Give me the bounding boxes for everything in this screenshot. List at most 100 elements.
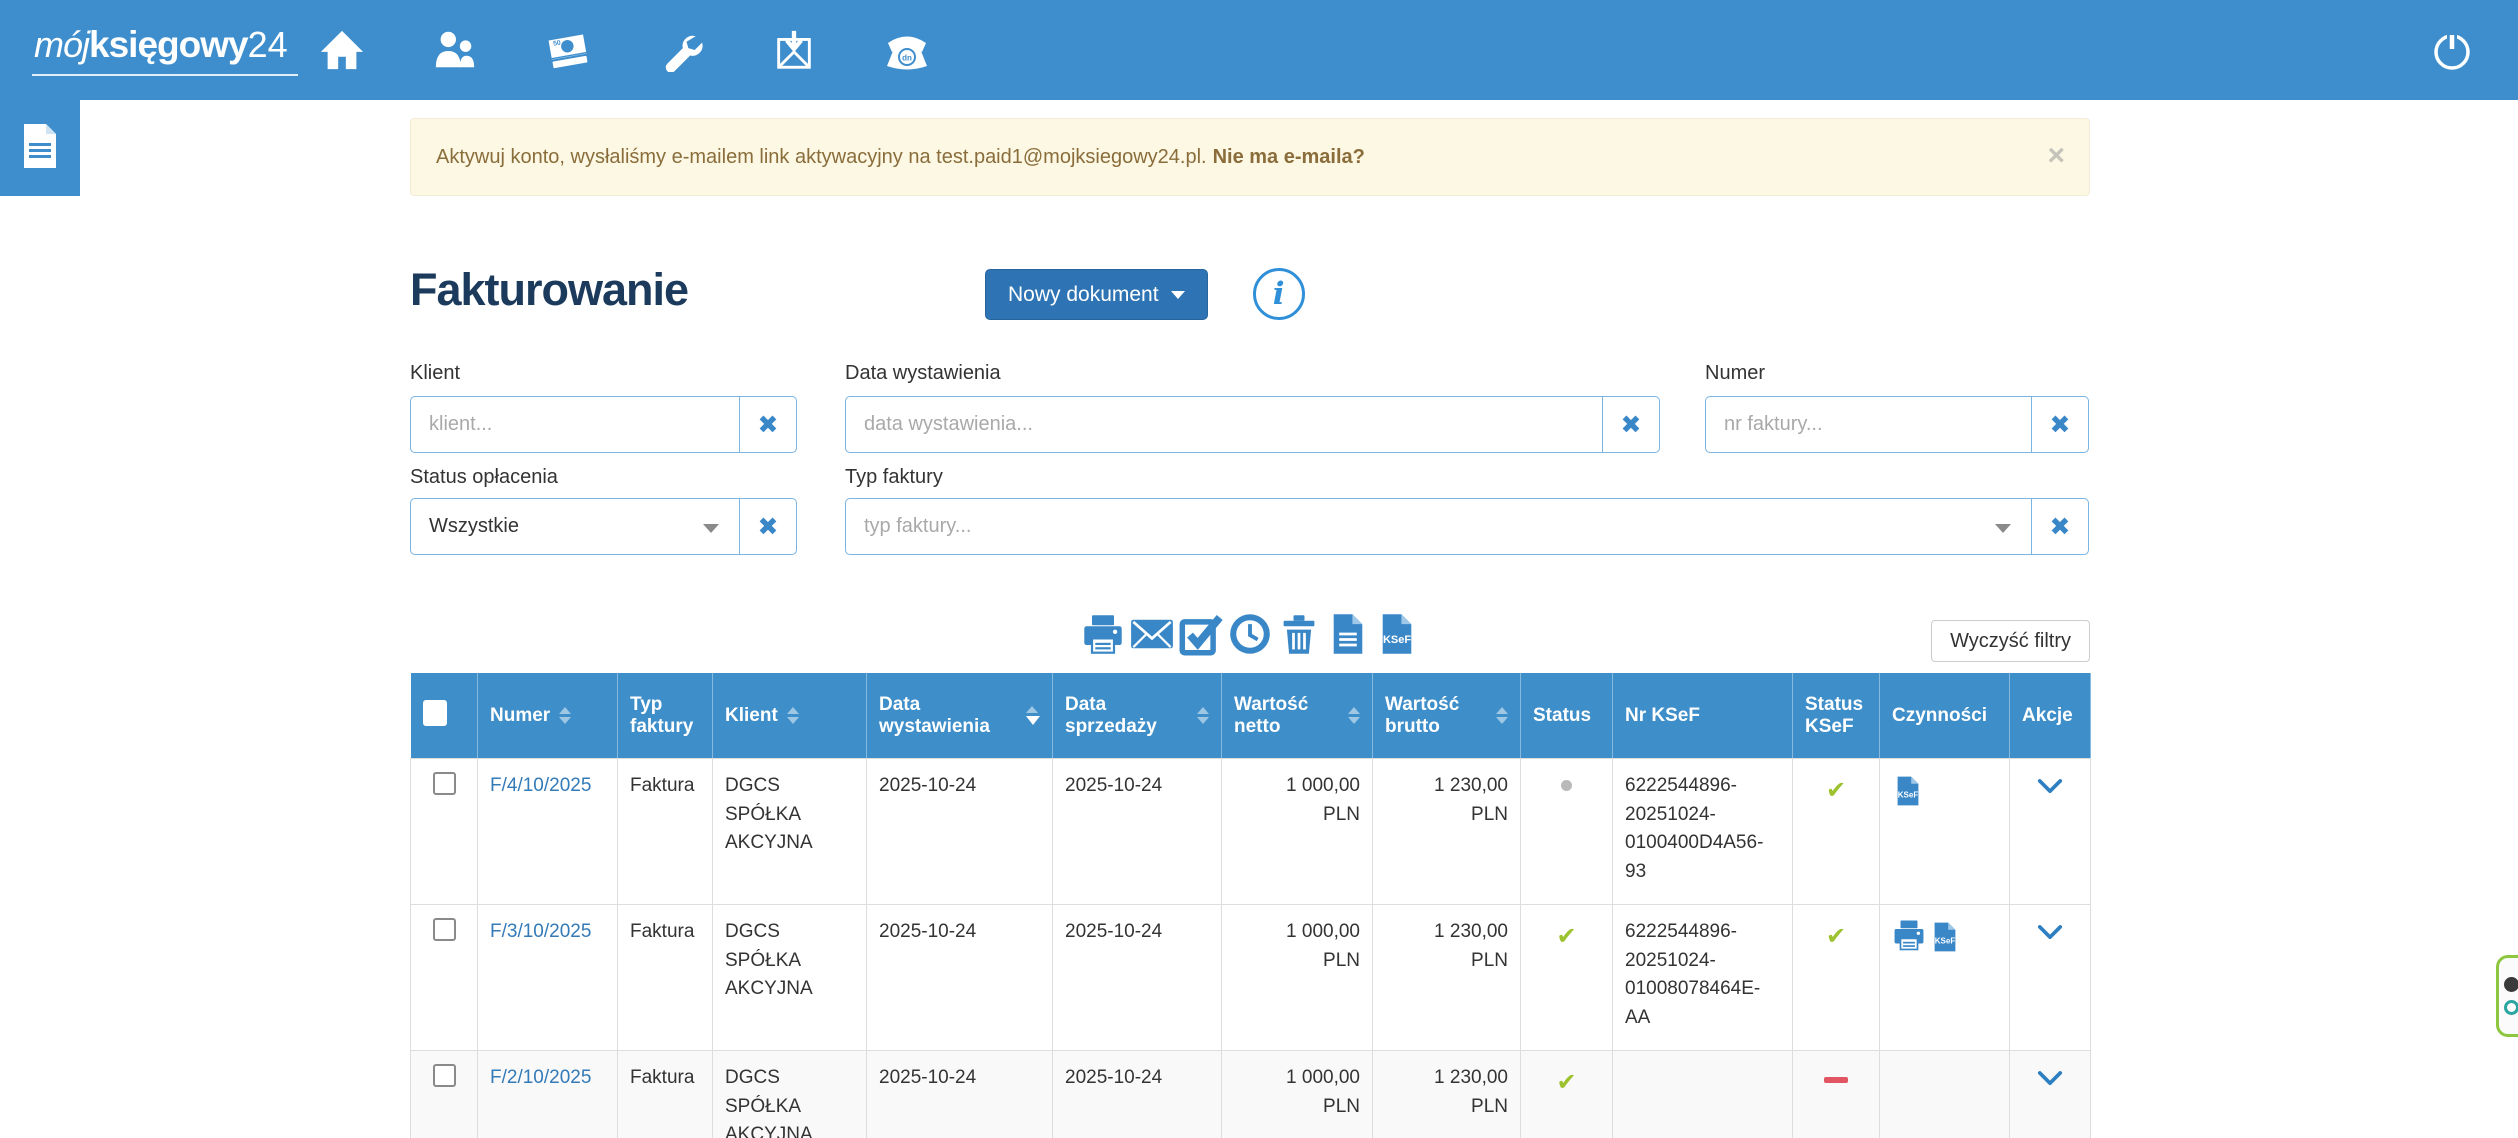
- ksef-number: 6222544896-20251024-01008078464E-AA: [1613, 905, 1793, 1051]
- sale-date: 2025-10-24: [1053, 759, 1222, 905]
- chevron-down-icon: [1995, 524, 2011, 533]
- typ-faktury-filter-group: typ faktury... ✖: [845, 498, 2089, 555]
- home-icon[interactable]: [318, 26, 366, 74]
- email-icon[interactable]: [1130, 612, 1174, 656]
- issue-date: 2025-10-24: [867, 1051, 1053, 1138]
- caret-down-icon: [1171, 291, 1185, 299]
- clear-icon: ✖: [1621, 410, 1642, 439]
- row-actions-chevron-icon[interactable]: [2037, 1068, 2063, 1097]
- invoice-client: DGCS SPÓŁKA AKCYJNA: [713, 1051, 867, 1138]
- row-checkbox[interactable]: [433, 918, 456, 941]
- klient-filter-group: ✖: [410, 396, 797, 453]
- print-icon[interactable]: [1892, 918, 1924, 956]
- clear-icon: ✖: [758, 410, 779, 439]
- status-oplacenia-select[interactable]: Wszystkie: [410, 498, 740, 555]
- history-clock-icon[interactable]: [1228, 612, 1272, 656]
- row-checkbox[interactable]: [433, 772, 456, 795]
- select-all-checkbox[interactable]: [423, 700, 447, 726]
- print-icon[interactable]: [1081, 612, 1125, 656]
- app-logo[interactable]: mójksięgowy24: [32, 24, 298, 76]
- column-header-wartosc-netto[interactable]: Wartość netto: [1222, 673, 1373, 759]
- numer-clear-button[interactable]: ✖: [2031, 396, 2089, 453]
- invoice-number-link[interactable]: F/4/10/2025: [490, 775, 591, 796]
- invoice-number-link[interactable]: F/2/10/2025: [490, 1067, 591, 1088]
- net-amount: 1 000,00PLN: [1222, 759, 1373, 905]
- logo-part-24: 24: [248, 24, 288, 65]
- column-header-klient[interactable]: Klient: [713, 673, 867, 759]
- status-oplacenia-clear-button[interactable]: ✖: [739, 498, 797, 555]
- sidebar-item-documents[interactable]: [0, 100, 80, 196]
- widget-teal-icon: [2504, 1000, 2518, 1015]
- invoice-number-link[interactable]: F/3/10/2025: [490, 921, 591, 942]
- numer-filter-label: Numer: [1705, 362, 1765, 385]
- sort-icon: [1496, 707, 1508, 724]
- no-email-link[interactable]: Nie ma e-maila?: [1213, 146, 1365, 169]
- mark-paid-check-icon[interactable]: [1179, 612, 1223, 656]
- status-paid-check-icon: ✔: [1556, 1068, 1576, 1096]
- column-header-data-sprzedazy[interactable]: Data sprzedaży: [1053, 673, 1222, 759]
- numer-filter-group: ✖: [1705, 396, 2089, 453]
- status-oplacenia-value: Wszystkie: [429, 515, 519, 538]
- status-paid-check-icon: ✔: [1556, 922, 1576, 950]
- table-header-row: Numer Typ faktury Klient Data wystawieni…: [411, 673, 2091, 759]
- alert-text: Aktywuj konto, wysłaliśmy e-mailem link …: [436, 146, 1207, 169]
- row-actions-chevron-icon[interactable]: [2037, 776, 2063, 805]
- info-icon[interactable]: i: [1253, 268, 1305, 320]
- gross-amount: 1 230,00PLN: [1373, 759, 1521, 905]
- delete-trash-icon[interactable]: [1277, 612, 1321, 656]
- table-row: F/4/10/2025 Faktura DGCS SPÓŁKA AKCYJNA …: [411, 759, 2091, 905]
- close-icon[interactable]: ×: [2047, 141, 2065, 171]
- column-header-akcje: Akcje: [2010, 673, 2091, 759]
- document-icon: [20, 122, 60, 175]
- invoice-type: Faktura: [618, 759, 713, 905]
- status-pending-dot-icon: [1561, 780, 1572, 791]
- widget-dark-icon: [2504, 977, 2518, 992]
- klient-filter-label: Klient: [410, 362, 460, 385]
- invoice-client: DGCS SPÓŁKA AKCYJNA: [713, 759, 867, 905]
- ksef-not-sent-dash-icon: [1824, 1077, 1848, 1083]
- sale-date: 2025-10-24: [1053, 905, 1222, 1051]
- logout-power-icon[interactable]: [2428, 26, 2476, 74]
- sale-date: 2025-10-24: [1053, 1051, 1222, 1138]
- page-title: Fakturowanie: [410, 264, 985, 316]
- status-oplacenia-filter-group: Wszystkie ✖: [410, 498, 797, 555]
- svg-text:KSeF: KSeF: [1935, 936, 1956, 945]
- column-header-data-wystawienia[interactable]: Data wystawienia: [867, 673, 1053, 759]
- feedback-widget[interactable]: [2496, 955, 2518, 1037]
- data-wystawienia-input[interactable]: [845, 396, 1603, 453]
- data-wystawienia-clear-button[interactable]: ✖: [1602, 396, 1660, 453]
- row-checkbox[interactable]: [433, 1064, 456, 1087]
- issue-date: 2025-10-24: [867, 905, 1053, 1051]
- new-document-label: Nowy dokument: [1008, 283, 1159, 307]
- klient-input[interactable]: [410, 396, 740, 453]
- column-header-status: Status: [1521, 673, 1613, 759]
- column-header-wartosc-brutto[interactable]: Wartość brutto: [1373, 673, 1521, 759]
- svg-text:KSeF: KSeF: [1383, 634, 1411, 646]
- column-header-numer[interactable]: Numer: [478, 673, 618, 759]
- document-icon[interactable]: [1326, 612, 1370, 656]
- logo-part-ksiegowy: księgowy: [89, 24, 248, 65]
- typ-faktury-placeholder: typ faktury...: [864, 515, 971, 538]
- row-actions-chevron-icon[interactable]: [2037, 922, 2063, 951]
- issue-date: 2025-10-24: [867, 759, 1053, 905]
- net-amount: 1 000,00PLN: [1222, 1051, 1373, 1138]
- clear-icon: ✖: [2050, 512, 2071, 541]
- invoices-table: Numer Typ faktury Klient Data wystawieni…: [410, 672, 2091, 1138]
- ksef-icon[interactable]: KSeF: [1375, 612, 1419, 656]
- new-document-button[interactable]: Nowy dokument: [985, 269, 1208, 320]
- ksef-document-icon[interactable]: KSeF: [1892, 772, 1924, 810]
- net-amount: 1 000,00PLN: [1222, 905, 1373, 1051]
- column-header-typ-faktury: Typ faktury: [618, 673, 713, 759]
- gross-amount: 1 230,00PLN: [1373, 1051, 1521, 1138]
- clear-filters-button[interactable]: Wyczyść filtry: [1931, 620, 2090, 662]
- typ-faktury-clear-button[interactable]: ✖: [2031, 498, 2089, 555]
- klient-clear-button[interactable]: ✖: [739, 396, 797, 453]
- logo-part-moj: mój: [34, 24, 89, 65]
- typ-faktury-select[interactable]: typ faktury...: [845, 498, 2032, 555]
- sort-icon: [1197, 707, 1209, 724]
- numer-input[interactable]: [1705, 396, 2032, 453]
- sort-icon: [1348, 707, 1360, 724]
- data-wystawienia-filter-label: Data wystawienia: [845, 362, 1001, 385]
- ksef-ok-check-icon: ✔: [1826, 922, 1846, 950]
- ksef-document-icon[interactable]: KSeF: [1929, 918, 1961, 956]
